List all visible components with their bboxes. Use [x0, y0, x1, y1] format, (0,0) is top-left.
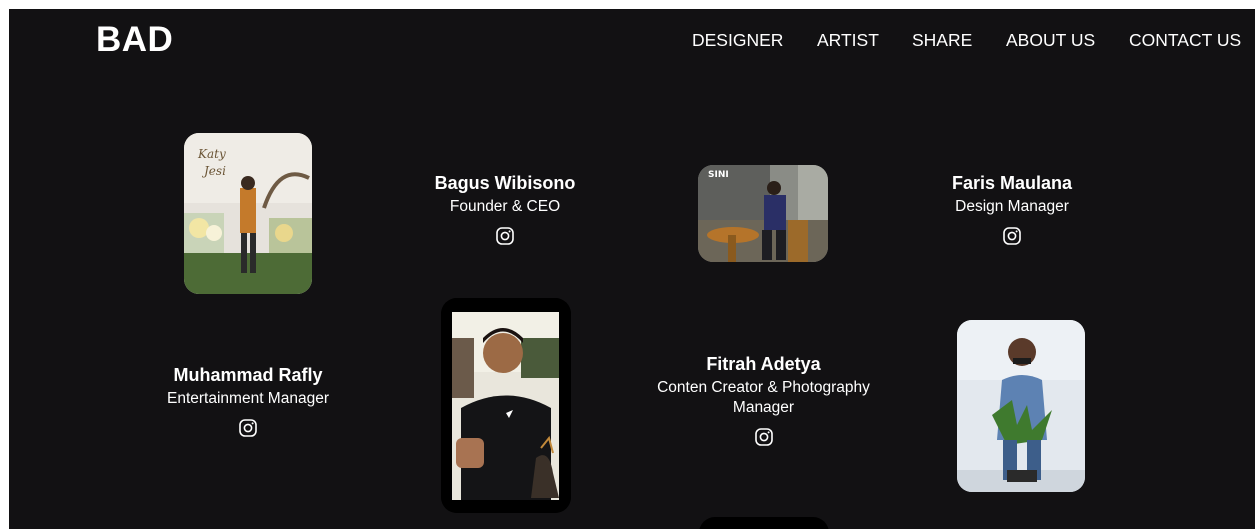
team-card-faris: Faris Maulana Design Manager — [912, 172, 1112, 251]
team-photo-next-partial — [699, 517, 829, 529]
member-role: Conten Creator & Photography Manager — [657, 379, 870, 416]
member-role: Entertainment Manager — [167, 390, 329, 407]
svg-text:Jesi: Jesi — [201, 164, 226, 178]
team-photo-rafly — [441, 298, 571, 513]
team-photo-bagus: Katy Jesi — [184, 133, 312, 294]
instagram-icon[interactable] — [1002, 226, 1022, 246]
nav-contact-us[interactable]: CONTACT US — [1129, 30, 1241, 51]
nav-about-us[interactable]: ABOUT US — [1006, 30, 1095, 51]
team-photo-fitrah — [957, 320, 1085, 492]
member-name: Muhammad Rafly — [173, 365, 323, 385]
member-name: Fitrah Adetya — [706, 354, 821, 374]
team-card-fitrah: Fitrah Adetya Conten Creator & Photograp… — [636, 353, 891, 452]
team-card-rafly: Muhammad Rafly Entertainment Manager — [148, 364, 348, 443]
team-card-bagus: Bagus Wibisono Founder & CEO — [405, 172, 605, 251]
nav-artist[interactable]: ARTIST — [817, 30, 879, 51]
member-name: Faris Maulana — [951, 173, 1073, 193]
svg-text:SINI: SINI — [708, 170, 729, 180]
member-role: Design Manager — [955, 198, 1069, 215]
brand-logo[interactable]: BAD — [96, 20, 173, 60]
nav-designer[interactable]: DESIGNER — [692, 30, 783, 51]
team-page: BAD DESIGNER ARTIST SHARE ABOUT US CONTA… — [9, 9, 1255, 529]
member-name: Bagus Wibisono — [434, 173, 576, 193]
svg-text:Katy: Katy — [197, 147, 226, 161]
team-photo-faris: SINI — [698, 165, 828, 262]
instagram-icon[interactable] — [495, 226, 515, 246]
instagram-icon[interactable] — [754, 427, 774, 447]
member-role: Founder & CEO — [449, 198, 561, 215]
instagram-icon[interactable] — [238, 418, 258, 438]
nav-share[interactable]: SHARE — [912, 30, 972, 51]
